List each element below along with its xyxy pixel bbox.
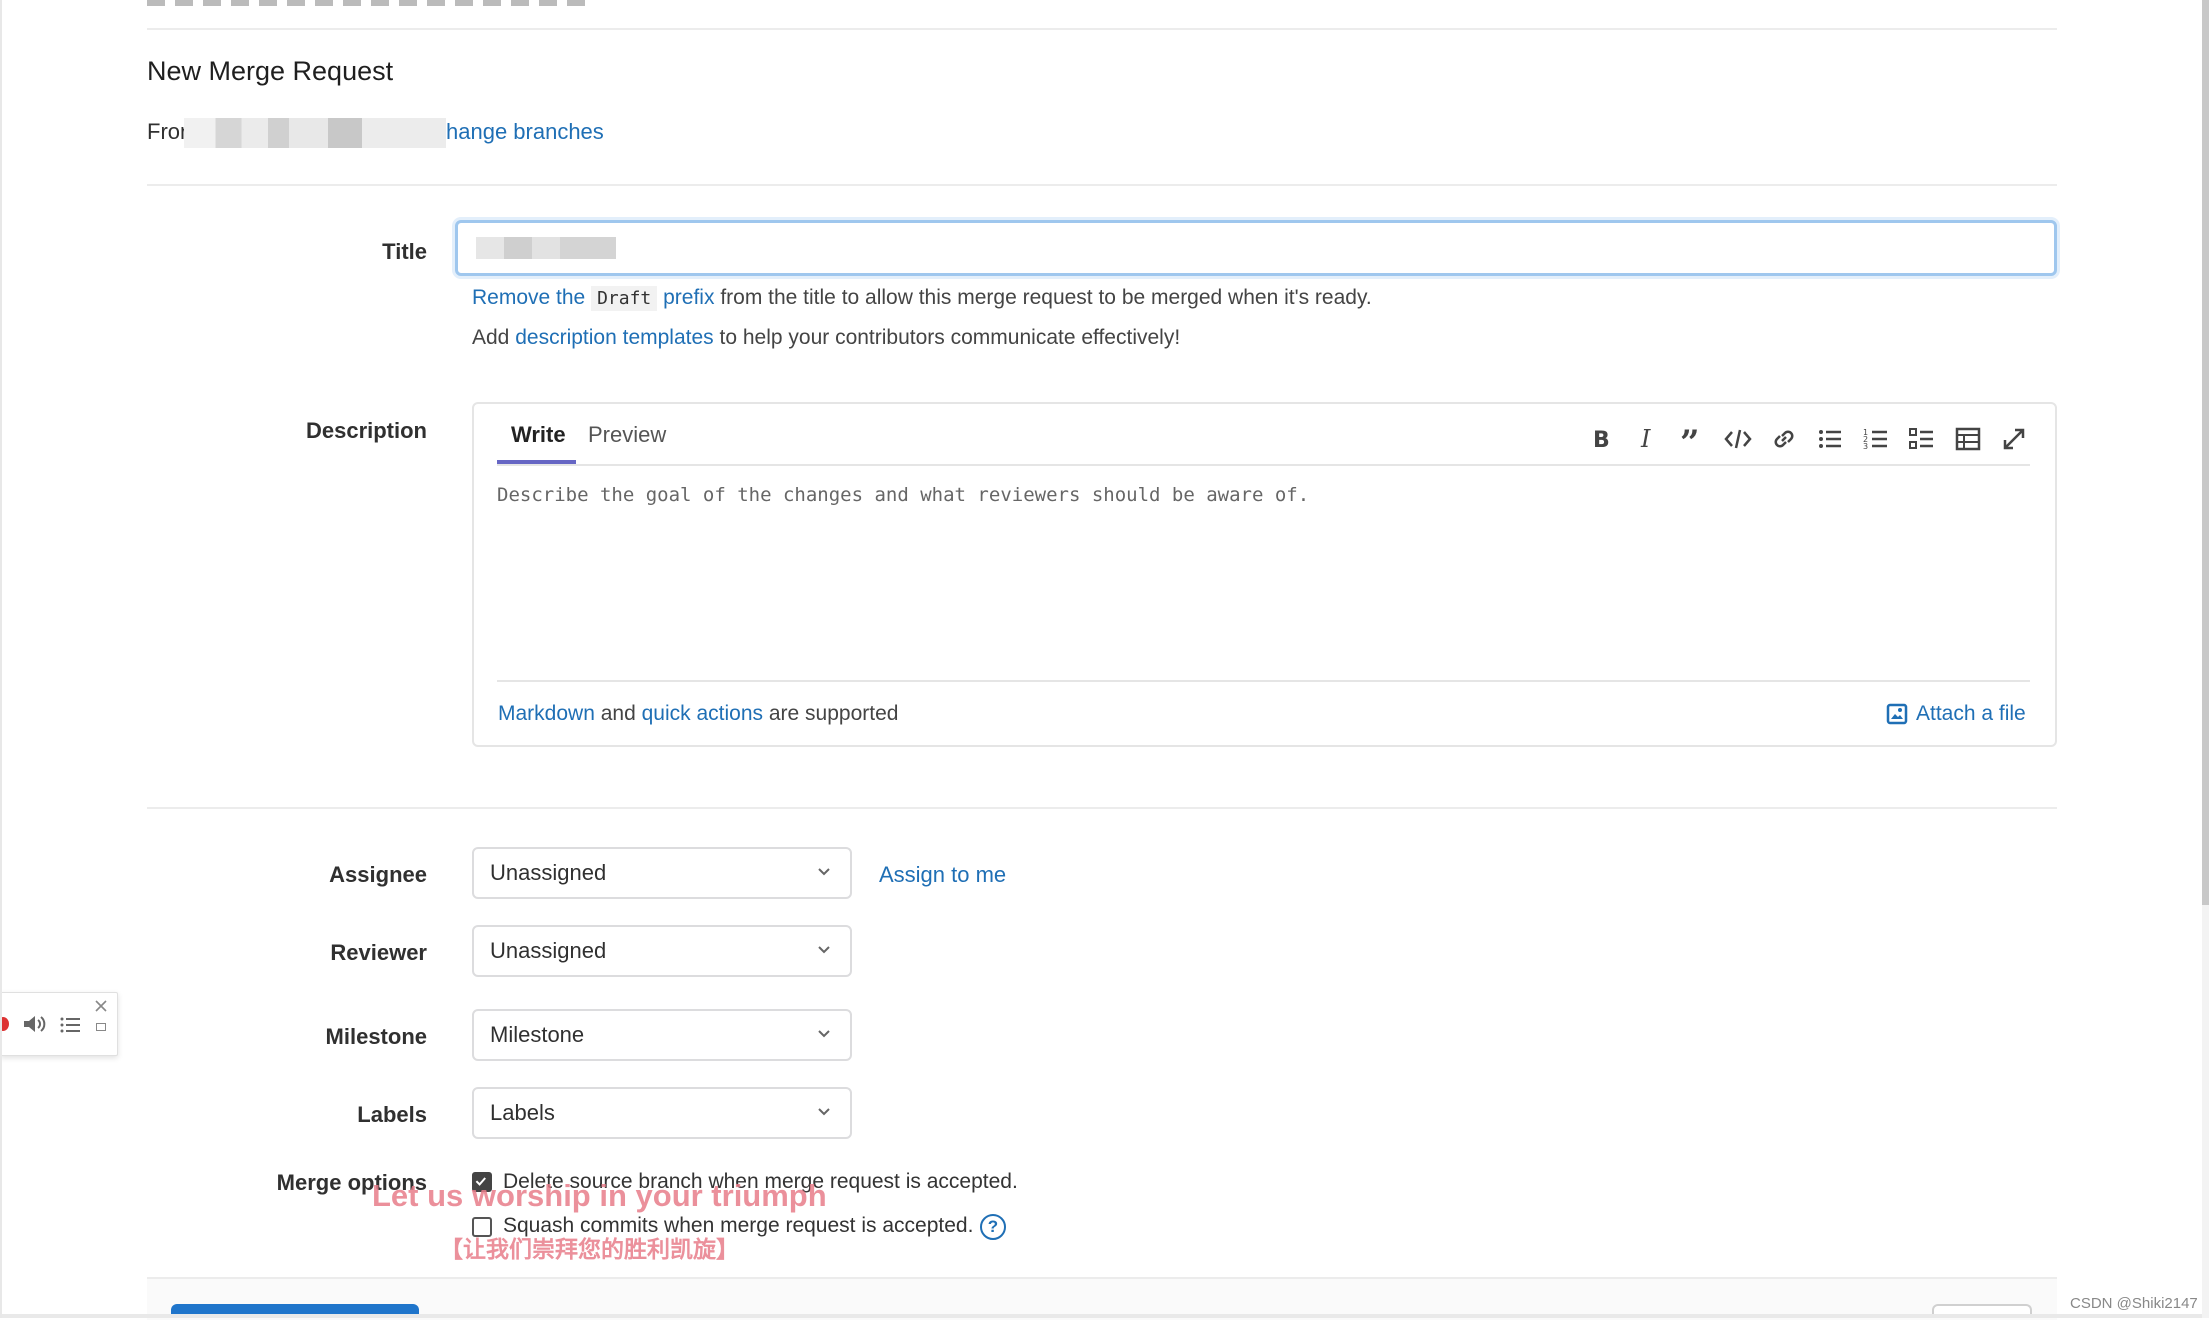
bottom-edge: [0, 1314, 2209, 1318]
milestone-dropdown[interactable]: Milestone: [472, 1009, 852, 1061]
watermark: CSDN @Shiki2147: [2070, 1295, 2198, 1312]
page-title: New Merge Request: [147, 56, 394, 86]
remove-draft-link[interactable]: Remove the Draft prefix: [472, 286, 714, 311]
reviewer-dropdown[interactable]: Unassigned: [472, 925, 852, 977]
numbered-list-icon[interactable]: 123: [1861, 424, 1891, 454]
tabs-divider: [497, 464, 2030, 466]
speaker-icon[interactable]: [21, 1013, 47, 1035]
description-textarea[interactable]: Describe the goal of the changes and wha…: [497, 484, 2027, 674]
chevron-down-icon: [814, 862, 834, 882]
code-icon[interactable]: [1723, 424, 1753, 454]
title-input[interactable]: [455, 220, 2057, 276]
assignee-dropdown[interactable]: Unassigned: [472, 847, 852, 899]
link-icon[interactable]: [1769, 424, 1799, 454]
assignee-value: Unassigned: [490, 860, 607, 885]
editor-footer-divider: [497, 680, 2030, 682]
svg-text:I: I: [1640, 425, 1651, 453]
reviewer-label: Reviewer: [330, 940, 427, 965]
tab-write[interactable]: Write: [511, 422, 566, 448]
italic-icon[interactable]: I: [1632, 424, 1662, 454]
editor-footer-text: Markdown and quick actions are supported: [498, 702, 899, 725]
description-label: Description: [305, 418, 427, 443]
labels-dropdown[interactable]: Labels: [472, 1087, 852, 1139]
bullet-list-icon[interactable]: [1815, 424, 1845, 454]
svg-text:3: 3: [1863, 442, 1868, 451]
svg-text:”: ”: [1680, 424, 1700, 454]
bold-icon[interactable]: B: [1586, 424, 1616, 454]
description-templates-link[interactable]: description templates: [515, 326, 713, 349]
title-label: Title: [382, 239, 427, 264]
reviewer-value: Unassigned: [490, 938, 607, 963]
markdown-link[interactable]: Markdown: [498, 702, 595, 725]
scrollbar-thumb[interactable]: [2202, 0, 2209, 905]
draft-hint-rest: from the title to allow this merge reque…: [720, 286, 1372, 309]
fullscreen-icon[interactable]: [1999, 424, 2029, 454]
table-icon[interactable]: [1953, 424, 1983, 454]
title-value-redacted: [476, 237, 616, 259]
media-widget: [0, 992, 118, 1056]
chevron-down-icon: [814, 940, 834, 960]
change-branches-link[interactable]: hange branches: [446, 119, 604, 145]
assign-to-me-link[interactable]: Assign to me: [879, 862, 1006, 888]
templates-hint: Add description templates to help your c…: [472, 326, 1181, 349]
section-divider: [147, 807, 2057, 809]
left-edge: [0, 0, 2, 1318]
labels-label: Labels: [357, 1102, 427, 1127]
lyric-overlay-zh: 【让我们崇拜您的胜利凯旋】: [440, 1236, 739, 1262]
header-divider: [147, 184, 2057, 186]
draft-code: Draft: [591, 286, 658, 311]
task-list-icon[interactable]: [1907, 424, 1937, 454]
quote-icon[interactable]: ”: [1677, 423, 1707, 463]
branch-names-redacted: [184, 118, 446, 148]
close-icon[interactable]: [95, 999, 107, 1012]
assignee-label: Assignee: [329, 862, 427, 887]
tab-preview[interactable]: Preview: [588, 422, 666, 448]
restore-icon[interactable]: [96, 1023, 106, 1031]
draft-hint: Remove the Draft prefix from the title t…: [472, 286, 1372, 311]
svg-text:B: B: [1593, 428, 1610, 453]
labels-value: Labels: [490, 1100, 555, 1125]
chevron-down-icon: [814, 1102, 834, 1122]
milestone-label: Milestone: [325, 1024, 427, 1049]
image-icon: [1886, 703, 1908, 725]
cut-off-text: [147, 0, 587, 6]
chevron-down-icon: [814, 1024, 834, 1044]
attach-file-button[interactable]: Attach a file: [1886, 702, 2026, 726]
milestone-value: Milestone: [490, 1022, 585, 1047]
list-icon[interactable]: [59, 1015, 81, 1035]
top-divider: [147, 28, 2057, 30]
quick-actions-link[interactable]: quick actions: [642, 702, 763, 725]
help-icon[interactable]: ?: [980, 1214, 1006, 1240]
lyric-overlay-en: Let us worship in your triumph: [372, 1178, 827, 1213]
